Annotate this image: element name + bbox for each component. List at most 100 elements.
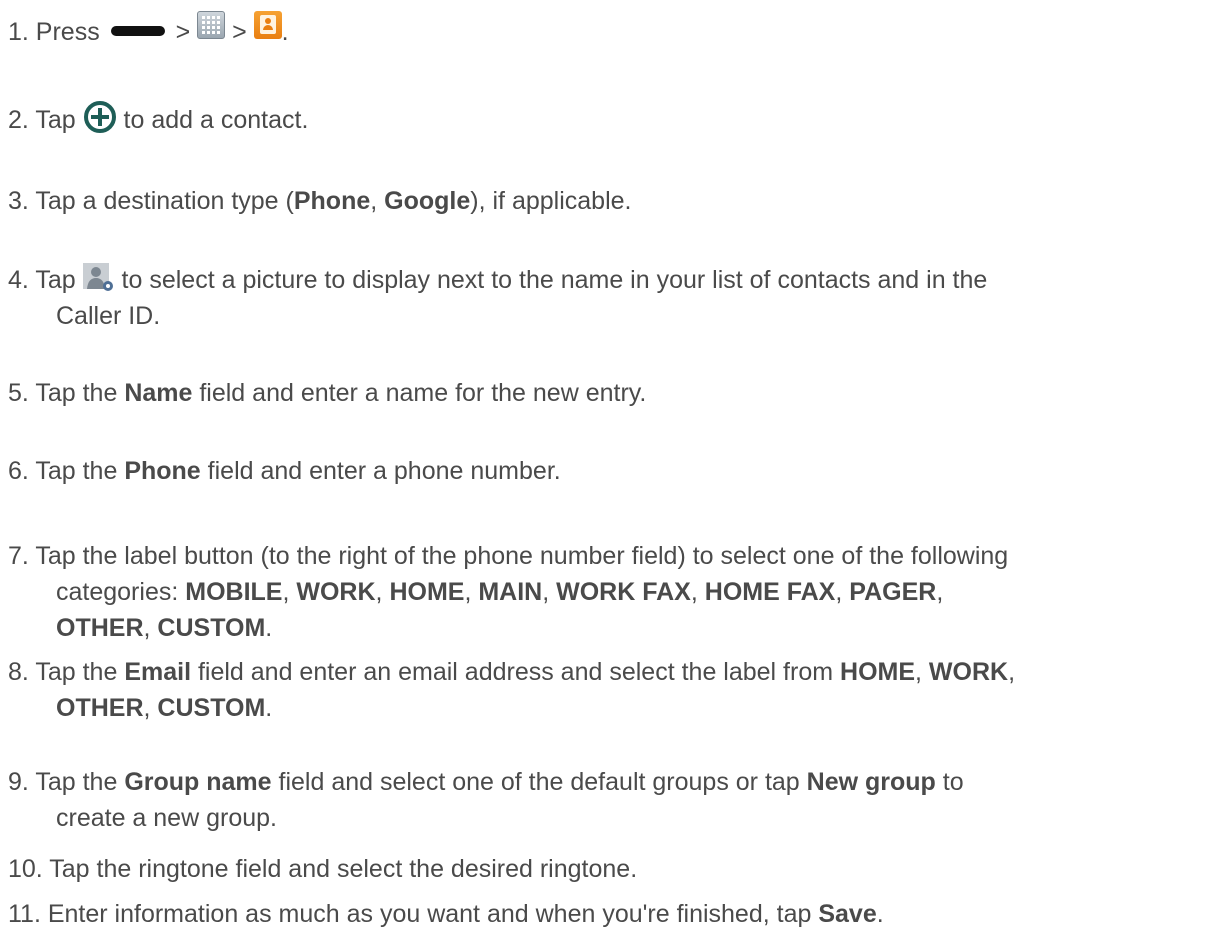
step-text: , [464, 578, 479, 606]
step-text: field and enter a name for the new entry… [192, 379, 647, 407]
step-line: 3. Tap a destination type (Phone, Google… [8, 183, 1218, 219]
step-number: 8. [8, 658, 29, 686]
step-line: 8. Tap the Email field and enter an emai… [8, 654, 1218, 690]
bold-term: WORK [296, 578, 376, 606]
step-line: 5. Tap the Name field and enter a name f… [8, 375, 1218, 411]
step-text: Tap [28, 266, 83, 294]
step-number: 3. [8, 187, 29, 215]
bold-term: CUSTOM [157, 694, 266, 722]
step-text: Caller ID. [56, 302, 161, 330]
step-text: Tap a destination type ( [28, 187, 294, 215]
bold-term: Email [124, 658, 192, 686]
step-text: Tap [28, 106, 83, 134]
step-number: 11. [8, 900, 41, 928]
step-text: ), if applicable. [470, 187, 632, 215]
step-text: , [1008, 658, 1016, 686]
step-text: , [375, 578, 390, 606]
step-11: 11. Enter information as much as you wan… [8, 896, 1218, 932]
step-4: 4. Tap to select a picture to display ne… [8, 262, 1218, 334]
apps-grid-icon [197, 11, 226, 40]
step-number: 4. [8, 266, 29, 294]
step-text: > [168, 18, 198, 46]
step-text: > [225, 18, 254, 46]
step-text: to add a contact. [116, 106, 309, 134]
step-3: 3. Tap a destination type (Phone, Google… [8, 183, 1218, 219]
bold-term: Phone [124, 457, 201, 485]
step-text: Tap the [28, 658, 125, 686]
step-text: , [143, 614, 158, 642]
bold-term: WORK FAX [556, 578, 691, 606]
home-key-icon [110, 26, 165, 37]
step-text: , [282, 578, 297, 606]
bold-term: HOME [840, 658, 916, 686]
step-text: Press [28, 18, 107, 46]
step-text: , [370, 187, 385, 215]
bold-term: Name [124, 379, 193, 407]
step-number: 6. [8, 457, 29, 485]
step-text: , [542, 578, 557, 606]
step-continuation-line: OTHER, CUSTOM. [8, 690, 1218, 726]
bold-term: PAGER [849, 578, 937, 606]
step-8: 8. Tap the Email field and enter an emai… [8, 654, 1218, 726]
bold-term: WORK [928, 658, 1009, 686]
step-number: 1. [8, 18, 29, 46]
step-text: . [281, 18, 289, 46]
step-text: . [265, 614, 273, 642]
step-text: , [936, 578, 944, 606]
step-text: , [690, 578, 705, 606]
step-text: field and enter an email address and sel… [191, 658, 841, 686]
bold-term: HOME FAX [704, 578, 836, 606]
step-text: Tap the [28, 379, 125, 407]
add-contact-icon [83, 100, 117, 134]
step-continuation-line: OTHER, CUSTOM. [8, 610, 1218, 646]
step-text: , [835, 578, 850, 606]
step-number: 9. [8, 768, 29, 796]
bold-term: MOBILE [185, 578, 283, 606]
step-text: field and enter a phone number. [200, 457, 561, 485]
step-continuation-line: Caller ID. [8, 298, 1218, 334]
step-text: . [876, 900, 884, 928]
step-9: 9. Tap the Group name field and select o… [8, 764, 1218, 836]
step-continuation-line: create a new group. [8, 800, 1218, 836]
step-10: 10. Tap the ringtone field and select th… [8, 851, 1218, 887]
step-text: categories: [56, 578, 186, 606]
bold-term: Google [384, 187, 471, 215]
step-5: 5. Tap the Name field and enter a name f… [8, 375, 1218, 411]
instruction-steps: 1. Press > > . 2. Tap to add a contact. 3.… [0, 0, 1225, 928]
step-text: Tap the [28, 768, 125, 796]
step-line: 7. Tap the label button (to the right of… [8, 538, 1218, 574]
step-number: 2. [8, 106, 29, 134]
step-line: 6. Tap the Phone field and enter a phone… [8, 453, 1218, 489]
bold-term: MAIN [478, 578, 543, 606]
step-text: Enter information as much as you want an… [40, 900, 819, 928]
bold-term: OTHER [56, 694, 144, 722]
step-1: 1. Press > > . [8, 11, 1218, 50]
step-text: Tap the label button (to the right of th… [28, 542, 1009, 570]
step-line: 10. Tap the ringtone field and select th… [8, 851, 1218, 887]
bold-term: New group [806, 768, 936, 796]
step-text: to select a picture to display next to t… [114, 266, 988, 294]
step-line: 1. Press > > . [8, 11, 1218, 50]
step-text: , [143, 694, 158, 722]
bold-term: HOME [389, 578, 465, 606]
step-line: 4. Tap to select a picture to display ne… [8, 262, 1218, 298]
step-line: 9. Tap the Group name field and select o… [8, 764, 1218, 800]
step-number: 5. [8, 379, 29, 407]
step-line: 11. Enter information as much as you wan… [8, 896, 1218, 932]
bold-term: Phone [293, 187, 371, 215]
step-text: Tap the [28, 457, 125, 485]
step-text: Tap the ringtone field and select the de… [42, 855, 638, 883]
step-6: 6. Tap the Phone field and enter a phone… [8, 453, 1218, 489]
step-text: , [915, 658, 929, 686]
step-7: 7. Tap the label button (to the right of… [8, 538, 1218, 646]
step-number: 10. [8, 855, 43, 883]
bold-term: CUSTOM [157, 614, 266, 642]
step-text: to [935, 768, 964, 796]
step-continuation-line: categories: MOBILE, WORK, HOME, MAIN, WO… [8, 574, 1218, 610]
bold-term: OTHER [56, 614, 144, 642]
contacts-app-icon [253, 11, 282, 40]
step-text: field and select one of the default grou… [271, 768, 807, 796]
step-text: create a new group. [56, 804, 277, 832]
step-text: . [265, 694, 273, 722]
bold-term: Group name [124, 768, 272, 796]
